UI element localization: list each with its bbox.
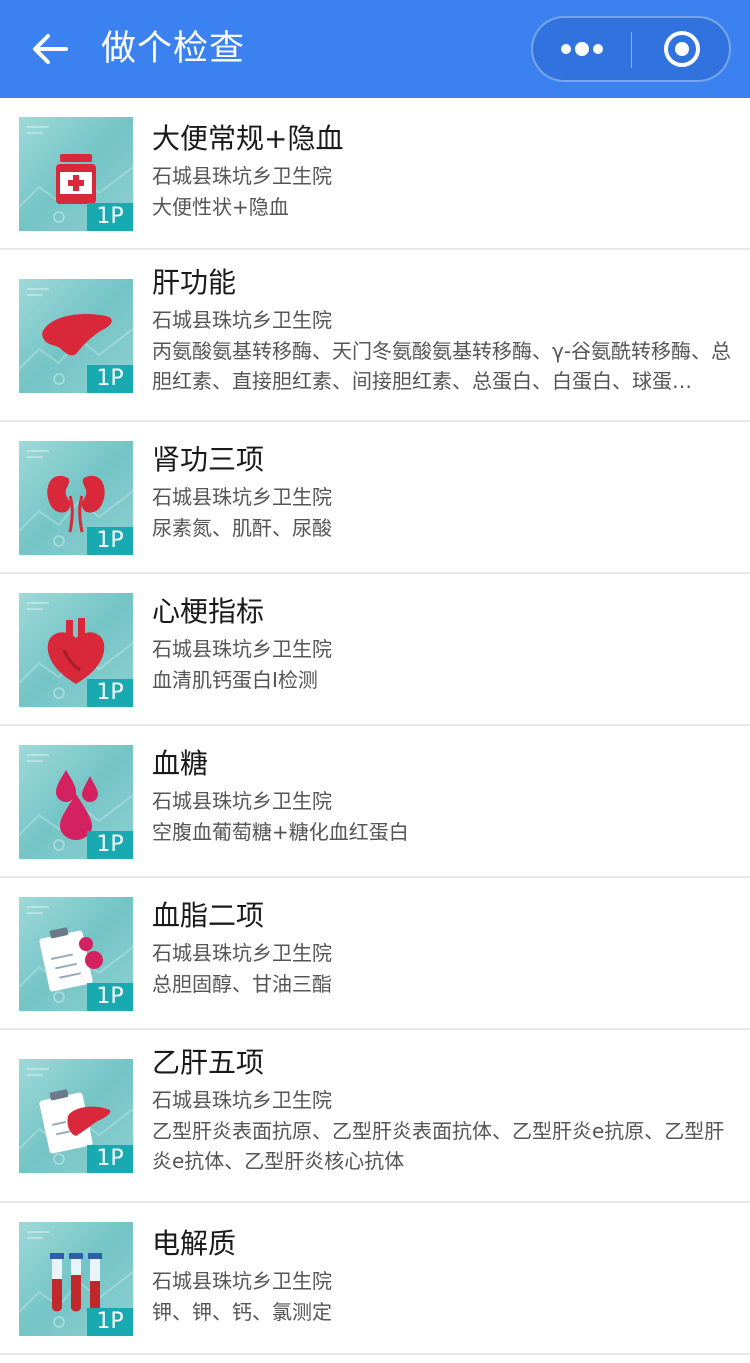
- thumb-badge: 1P: [87, 527, 133, 555]
- exam-list-item[interactable]: 1P 肾功三项石城县珠坑乡卫生院 尿素氮、肌酐、尿酸: [0, 422, 750, 574]
- exam-title: 乙肝五项: [152, 1046, 265, 1079]
- exam-thumbnail: 1P: [19, 1059, 133, 1173]
- thumb-badge: 1P: [87, 203, 133, 231]
- thumb-badge: 1P: [87, 831, 133, 859]
- clipboard-liver-icon: [39, 1089, 111, 1154]
- exam-list-item[interactable]: 1P 肝功能石城县珠坑乡卫生院丙氨酸氨基转移酶、天门冬氨酸氨基转移酶、γ-谷氨酰转…: [0, 250, 750, 422]
- exam-description: 尿素氮、肌酐、尿酸: [152, 516, 332, 540]
- hospital-name: 石城县珠坑乡卫生院: [152, 485, 332, 509]
- close-button[interactable]: [632, 18, 729, 80]
- exam-list: 1P 大便常规+隐血 石城县珠坑乡卫生院 大便性状+隐血 1P 肝功能 石城县珠坑乡卫生院丙…: [0, 98, 750, 1355]
- hospital-name: 石城县珠坑乡卫生院: [152, 789, 332, 813]
- exam-description: 总胆固醇、甘油三酯: [152, 972, 332, 996]
- exam-thumbnail: 1P: [19, 897, 133, 1011]
- exam-description: 空腹血葡萄糖+糖化血红蛋白: [152, 820, 409, 844]
- exam-title: 肾功三项: [152, 443, 265, 476]
- heart-icon: [47, 618, 105, 684]
- more-button[interactable]: [533, 18, 631, 80]
- hospital-name: 石城县珠坑乡卫生院: [152, 164, 332, 188]
- thumb-badge: 1P: [87, 365, 133, 393]
- mini-program-capsule: [531, 16, 731, 82]
- hospital-name: 石城县珠坑乡卫生院: [152, 1088, 332, 1112]
- exam-thumbnail: 1P: [19, 745, 133, 859]
- navigation-bar: 做个检查: [0, 0, 750, 98]
- thumb-badge: 1P: [87, 1145, 133, 1173]
- exam-list-item[interactable]: 1P 电解质石城县珠坑乡卫生院 钾、钾、钙、氯测定: [0, 1203, 750, 1355]
- blood-drops-icon: [56, 770, 98, 840]
- exam-title: 电解质: [152, 1227, 237, 1260]
- liver-icon: [42, 314, 112, 356]
- back-button[interactable]: [30, 29, 70, 69]
- exam-thumbnail: 1P: [19, 593, 133, 707]
- arrow-left-icon: [33, 34, 68, 64]
- exam-description: 血清肌钙蛋白I检测: [152, 668, 318, 692]
- exam-description: 丙氨酸氨基转移酶、天门冬氨酸氨基转移酶、γ-谷氨酰转移酶、总胆红素、直接胆红素、…: [152, 339, 732, 393]
- exam-list-item[interactable]: 1P 乙肝五项石城县珠坑乡卫生院乙型肝炎表面抗原、乙型肝炎表面抗体、乙型肝炎e抗原…: [0, 1030, 750, 1203]
- hospital-name: 石城县珠坑乡卫生院: [152, 637, 332, 661]
- exam-title: 大便常规+隐血: [152, 122, 344, 155]
- target-circle-icon: [664, 31, 700, 67]
- exam-title: 心梗指标: [152, 595, 265, 628]
- exam-thumbnail: 1P: [19, 117, 133, 231]
- exam-title: 肝功能: [152, 266, 237, 299]
- medicine-bottle-icon: [56, 154, 96, 204]
- exam-title: 血脂二项: [152, 899, 265, 932]
- thumb-badge: 1P: [87, 1308, 133, 1336]
- thumb-badge: 1P: [87, 679, 133, 707]
- kidneys-icon: [47, 475, 105, 533]
- thumb-badge: 1P: [87, 983, 133, 1011]
- exam-title: 血糖: [152, 747, 209, 780]
- exam-description: 乙型肝炎表面抗原、乙型肝炎表面抗体、乙型肝炎e抗原、乙型肝炎e抗体、乙型肝炎核心…: [152, 1119, 725, 1173]
- page-title: 做个检查: [101, 29, 246, 69]
- test-tubes-icon: [50, 1253, 102, 1312]
- exam-description: 钾、钾、钙、氯测定: [152, 1300, 332, 1324]
- hospital-name: 石城县珠坑乡卫生院: [152, 1269, 332, 1293]
- hospital-name: 石城县珠坑乡卫生院: [152, 941, 332, 965]
- hospital-name: 石城县珠坑乡卫生院: [152, 308, 332, 332]
- exam-thumbnail: 1P: [19, 279, 133, 393]
- more-dots-icon: [561, 42, 603, 56]
- exam-list-item[interactable]: 1P 大便常规+隐血石城县珠坑乡卫生院 大便性状+隐血: [0, 98, 750, 250]
- exam-list-item[interactable]: 1P 心梗指标石城县珠坑乡卫生院 血清肌钙蛋白I检测: [0, 574, 750, 726]
- clipboard-drops-icon: [39, 927, 103, 992]
- exam-description: 大便性状+隐血: [152, 195, 289, 219]
- exam-thumbnail: 1P: [19, 1222, 133, 1336]
- exam-thumbnail: 1P: [19, 441, 133, 555]
- exam-list-item[interactable]: 1P 血脂二项石城县珠坑乡卫生院 总胆固醇、甘油三酯: [0, 878, 750, 1030]
- exam-list-item[interactable]: 1P 血糖石城县珠坑乡卫生院空腹血葡萄糖+糖化血红蛋白: [0, 726, 750, 878]
